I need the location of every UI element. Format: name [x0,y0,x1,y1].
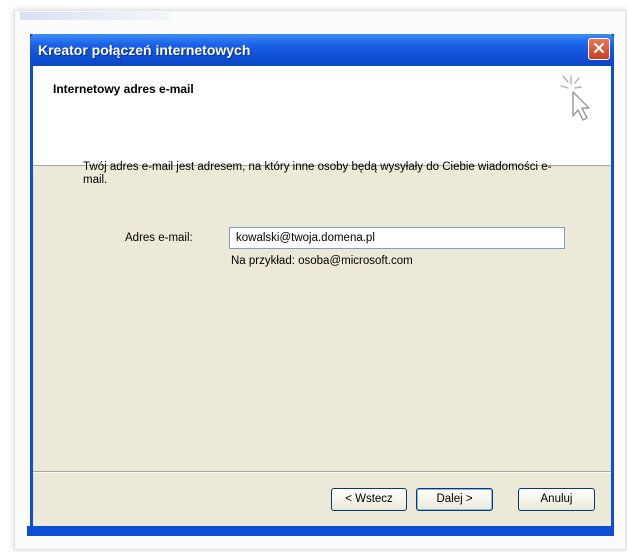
email-label: Adres e-mail: [125,232,193,244]
window-bottom-border [27,526,614,536]
cancel-button[interactable]: Anuluj [518,488,595,511]
wizard-dialog: Kreator połączeń internetowych Interneto… [30,34,614,536]
close-button[interactable] [588,38,610,60]
window-title: Kreator połączeń internetowych [38,42,251,58]
next-button[interactable]: Dalej > [416,488,493,511]
title-bar[interactable]: Kreator połączeń internetowych [30,34,614,66]
header-panel: Internetowy adres e-mail [33,66,611,166]
page-title: Internetowy adres e-mail [53,82,194,96]
background-window-edge [20,12,170,20]
back-button[interactable]: < Wstecz [331,488,407,511]
description-text: Twój adres e-mail jest adresem, na który… [83,161,552,186]
email-field[interactable] [229,227,565,249]
footer-divider [33,471,611,473]
close-icon [593,41,605,57]
email-example-hint: Na przykład: osoba@microsoft.com [231,255,413,267]
cursor-sparkle-icon [557,72,597,129]
